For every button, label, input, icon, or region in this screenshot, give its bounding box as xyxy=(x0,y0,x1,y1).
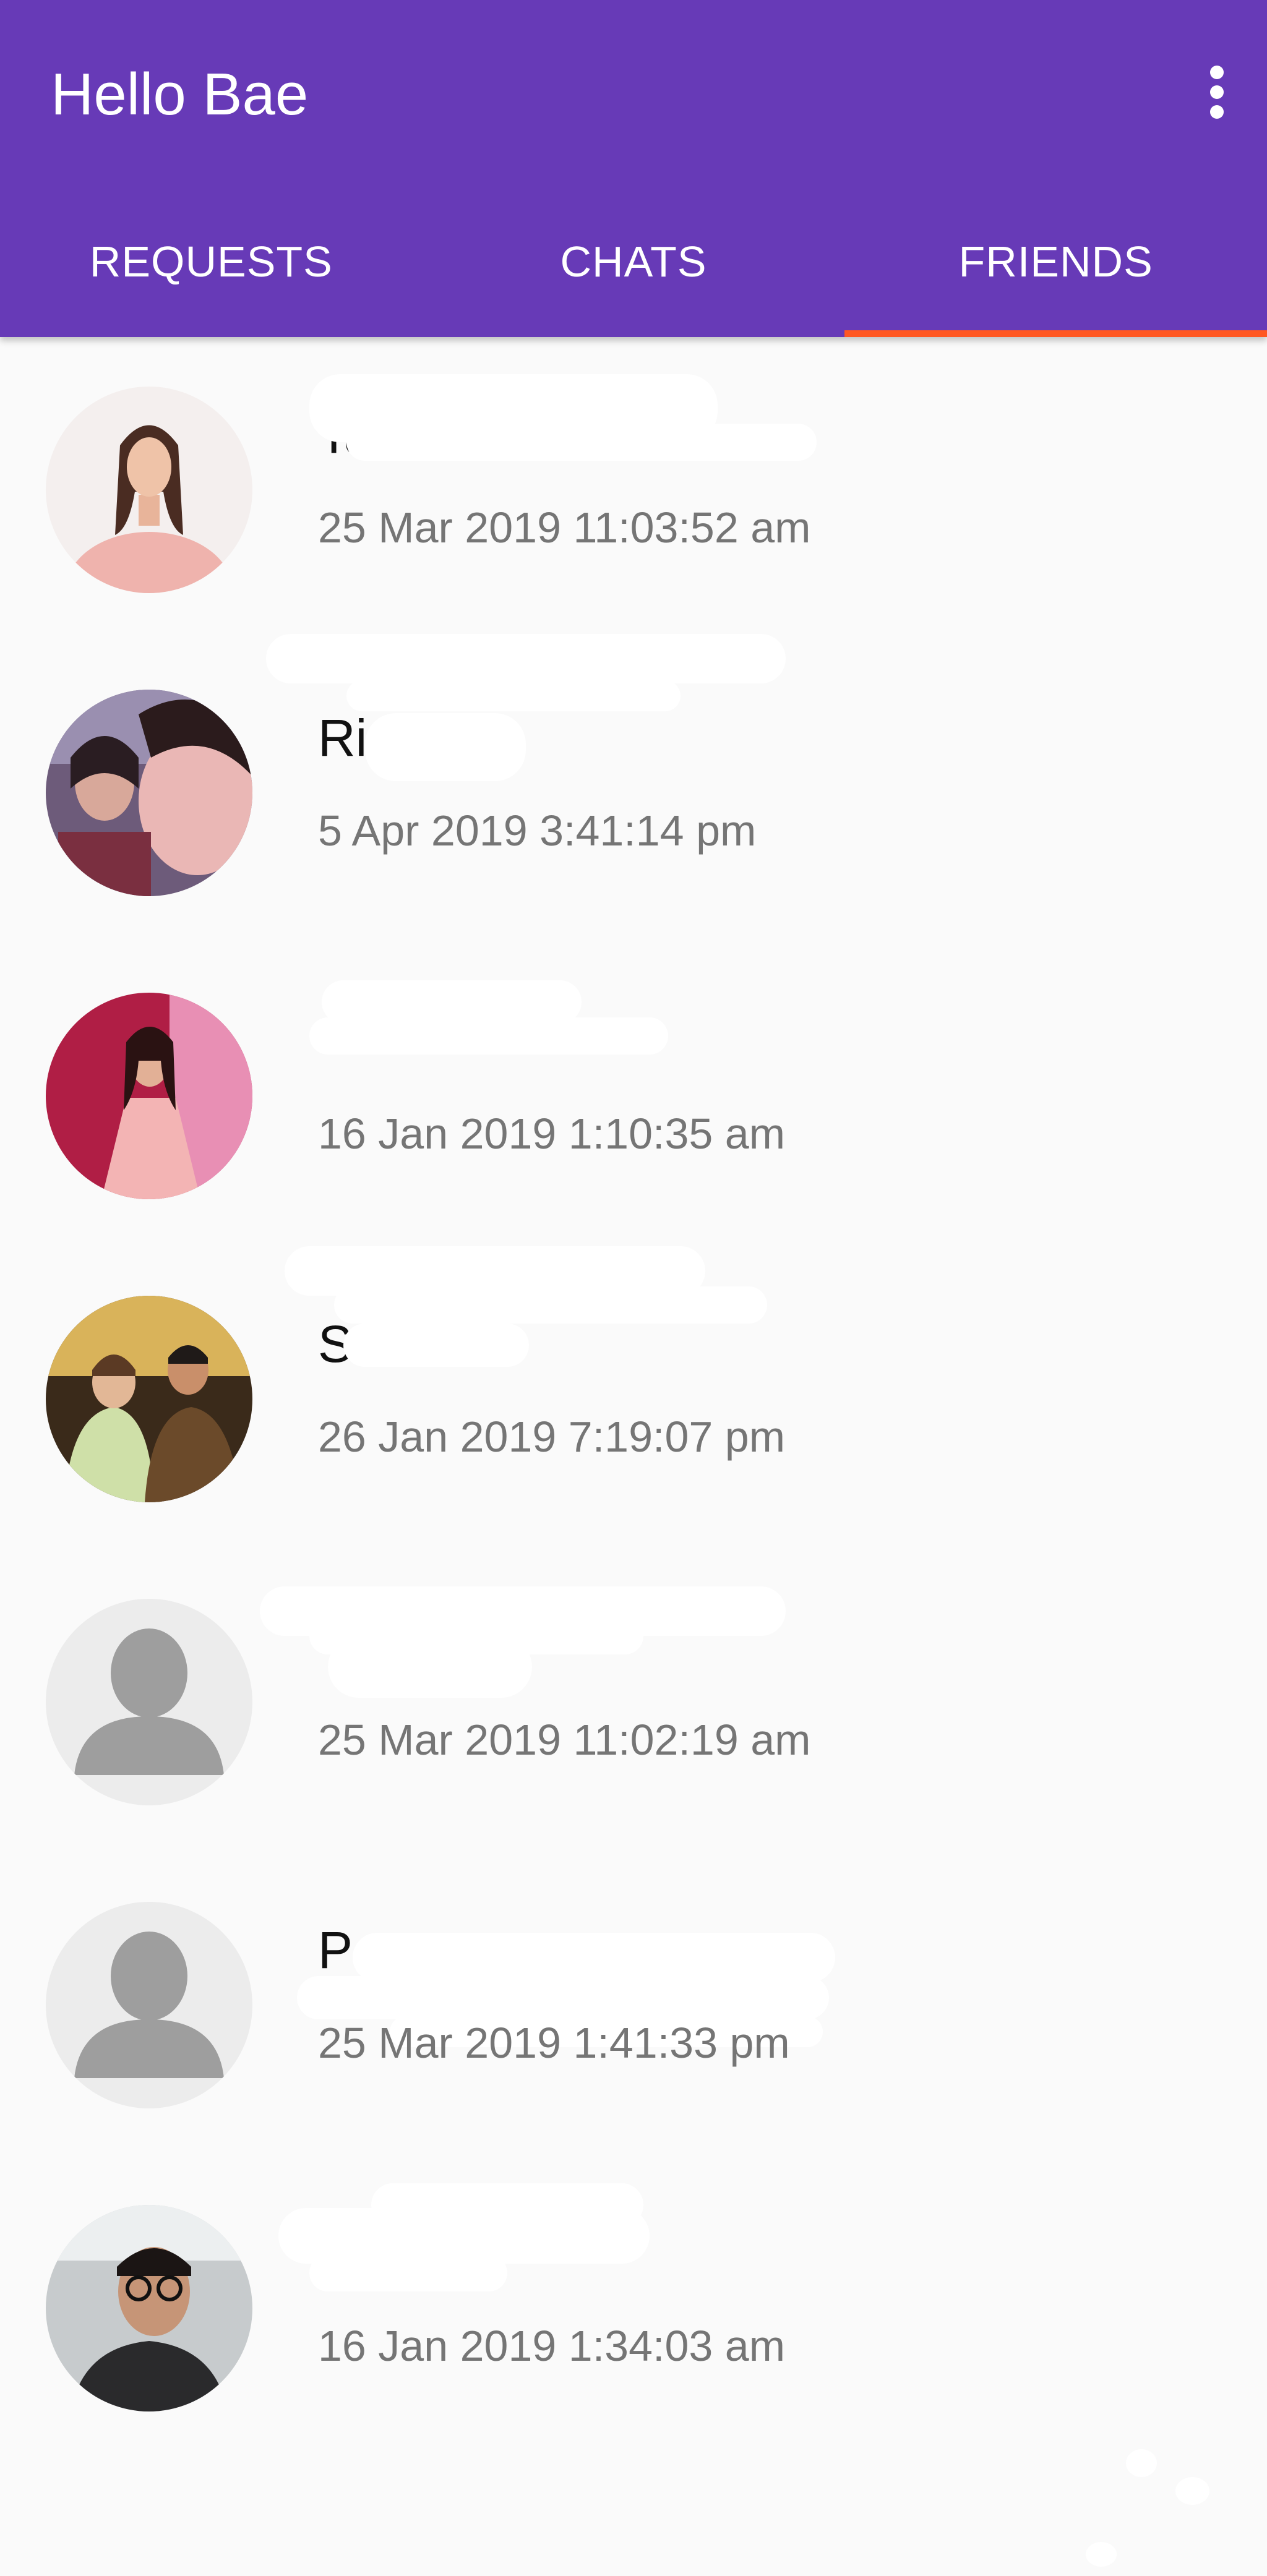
friend-timestamp: 25 Mar 2019 11:02:19 am xyxy=(318,1716,811,1764)
redaction-mark xyxy=(297,1976,829,2019)
redaction-mark xyxy=(346,680,681,711)
redaction-mark xyxy=(343,1324,529,1367)
friend-timestamp: 25 Mar 2019 11:03:52 am xyxy=(318,503,811,552)
avatar[interactable] xyxy=(46,2205,252,2411)
scribble-mark xyxy=(1086,2542,1117,2567)
scribble-mark xyxy=(1126,2449,1157,2477)
tab-chats[interactable]: CHATS xyxy=(423,208,845,337)
tab-requests[interactable]: REQUESTS xyxy=(0,208,423,337)
friend-row[interactable]: S 26 Jan 2019 7:19:07 pm xyxy=(0,1246,1267,1549)
tab-chats-label: CHATS xyxy=(560,237,707,286)
friend-row[interactable]: 16 Jan 2019 1:10:35 am xyxy=(0,943,1267,1246)
redaction-mark xyxy=(328,1636,532,1698)
app-title: Hello Bae xyxy=(51,61,309,127)
avatar[interactable] xyxy=(46,387,252,593)
friend-row[interactable]: 16 Jan 2019 1:34:03 am xyxy=(0,2155,1267,2458)
friends-list: Ta 25 Mar 2019 11:03:52 am Ri xyxy=(0,337,1267,2458)
friend-timestamp: 5 Apr 2019 3:41:14 pm xyxy=(318,807,757,855)
tab-indicator xyxy=(844,330,1267,337)
more-vert-icon[interactable] xyxy=(1185,53,1247,130)
redaction-mark xyxy=(334,1286,767,1324)
avatar[interactable] xyxy=(46,1296,252,1502)
tab-requests-label: REQUESTS xyxy=(89,237,333,286)
friend-timestamp: 25 Mar 2019 1:41:33 pm xyxy=(318,2019,790,2067)
tab-bar: REQUESTS CHATS FRIENDS xyxy=(0,208,1267,337)
friend-timestamp: 26 Jan 2019 7:19:07 pm xyxy=(318,1413,786,1461)
redaction-mark xyxy=(309,1017,668,1055)
app-screen: Hello Bae REQUESTS CHATS FRIENDS 25 Mar … xyxy=(0,0,1267,2576)
friend-row[interactable]: 25 Mar 2019 11:02:19 am xyxy=(0,1549,1267,1852)
friend-name: Ri xyxy=(318,709,367,767)
redaction-mark xyxy=(266,634,786,683)
tab-friends-label: FRIENDS xyxy=(958,237,1153,286)
default-person-icon[interactable] xyxy=(46,1902,252,2108)
redaction-mark xyxy=(353,1933,835,1982)
app-bar: Hello Bae REQUESTS CHATS FRIENDS xyxy=(0,0,1267,337)
friend-row[interactable]: Ta 25 Mar 2019 11:03:52 am xyxy=(0,337,1267,640)
friend-timestamp: 16 Jan 2019 1:10:35 am xyxy=(318,1110,786,1158)
default-person-icon[interactable] xyxy=(46,1599,252,1805)
friend-row[interactable]: P 25 Mar 2019 1:41:33 pm xyxy=(0,1852,1267,2155)
friend-timestamp: 16 Jan 2019 1:34:03 am xyxy=(318,2322,786,2370)
redaction-mark xyxy=(309,2254,507,2291)
redaction-mark xyxy=(365,713,526,781)
tab-friends[interactable]: FRIENDS xyxy=(844,208,1267,337)
friend-row[interactable]: Ri 5 Apr 2019 3:41:14 pm xyxy=(0,634,1267,943)
avatar[interactable] xyxy=(46,993,252,1199)
redaction-mark xyxy=(346,424,817,461)
scribble-mark xyxy=(1175,2477,1209,2505)
avatar[interactable] xyxy=(46,690,252,896)
